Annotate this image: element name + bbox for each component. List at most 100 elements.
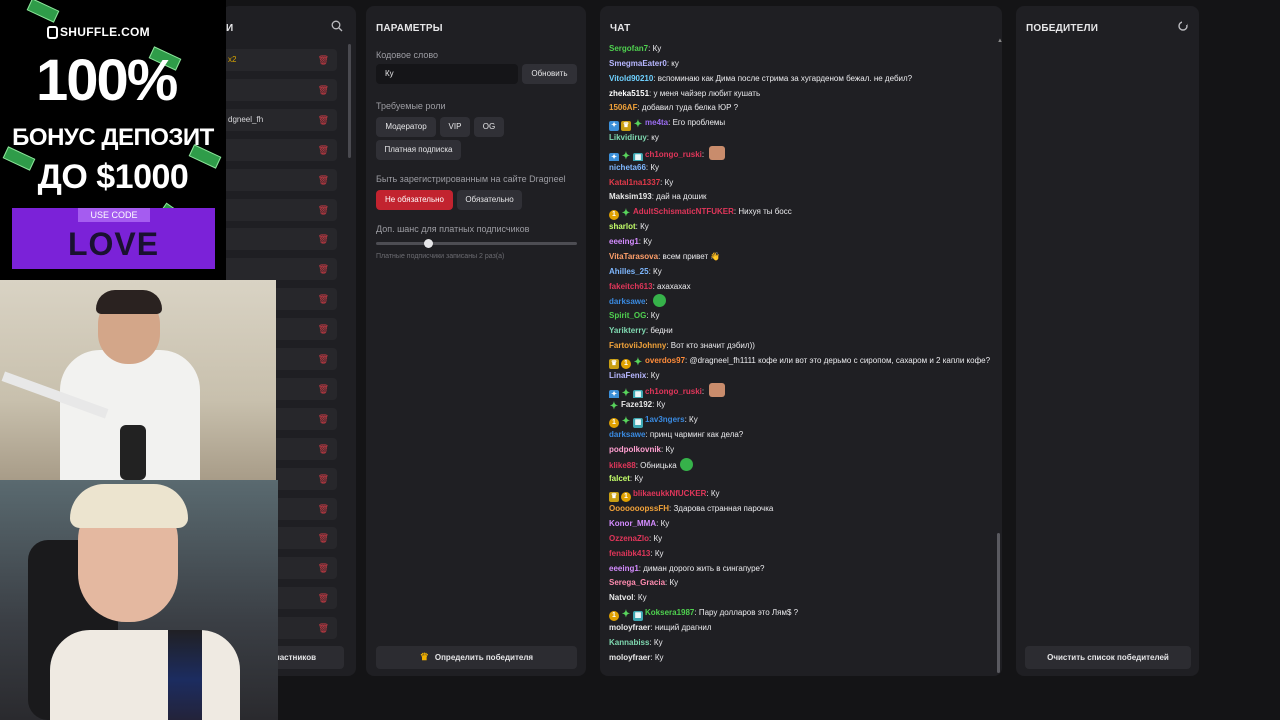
- role-paid-sub-button[interactable]: Платная подписка: [376, 140, 461, 160]
- chat-text: Пару долларов это Лям$ ?: [698, 608, 799, 618]
- participant-row[interactable]: 🗑: [222, 198, 337, 221]
- chat-message: fakeitch613: ахахахах: [609, 280, 994, 295]
- sub-crown-badge-icon: ♛: [621, 121, 631, 132]
- trash-icon[interactable]: 🗑: [318, 527, 329, 549]
- chat-username[interactable]: Sergofan7: [609, 44, 648, 53]
- chat-username[interactable]: ch1ongo_ruski: [645, 387, 702, 396]
- trash-icon[interactable]: 🗑: [318, 139, 329, 161]
- chat-username[interactable]: Vitold90210: [609, 74, 653, 83]
- chat-username[interactable]: nicheta66: [609, 163, 646, 172]
- search-icon[interactable]: [330, 20, 344, 34]
- chat-username[interactable]: Spirit_OG: [609, 311, 646, 320]
- chat-text: добавил туда белка ЮР ?: [641, 103, 739, 113]
- participant-name: dgneel_fh: [228, 114, 264, 124]
- chat-username[interactable]: me4ta: [645, 118, 668, 127]
- participant-row[interactable]: x2 🗑: [222, 49, 337, 71]
- chat-message: Vitold90210: вспоминаю как Дима после ст…: [609, 72, 994, 87]
- trash-icon[interactable]: 🗑: [318, 468, 329, 490]
- chat-username[interactable]: Natvol: [609, 593, 633, 602]
- chat-scroll-up-arrow[interactable]: ▲: [997, 38, 1002, 44]
- trash-icon[interactable]: 🗑: [318, 378, 329, 400]
- chat-username[interactable]: blikaeukkNfUCKER: [633, 489, 706, 498]
- chat-username[interactable]: moloyfraer: [609, 623, 650, 632]
- emote-icon: [709, 145, 726, 160]
- chat-username[interactable]: fenaibk413: [609, 549, 650, 558]
- chat-text: Ку: [640, 222, 649, 232]
- chat-message: OoooooopssFH: Здарова странная парочка: [609, 502, 994, 517]
- chat-username[interactable]: 1av3ngers: [645, 415, 685, 424]
- chat-username[interactable]: OzzenaZlo: [609, 534, 649, 543]
- chat-username[interactable]: podpolkovnik: [609, 445, 661, 454]
- chat-username[interactable]: AdultSchismaticNTFUKER: [633, 207, 734, 216]
- chat-username[interactable]: Maksim193: [609, 192, 652, 201]
- chat-username[interactable]: fakeitch613: [609, 282, 653, 291]
- chat-username[interactable]: falcet: [609, 474, 630, 483]
- chat-username[interactable]: Koksera1987: [645, 608, 694, 617]
- trash-icon[interactable]: 🗑: [318, 557, 329, 579]
- chat-username[interactable]: Kannabiss: [609, 638, 649, 647]
- trash-icon[interactable]: 🗑: [318, 348, 329, 370]
- required-button[interactable]: Обязательно: [457, 190, 522, 210]
- participant-row[interactable]: 🗑: [222, 78, 337, 101]
- trash-icon[interactable]: 🗑: [318, 109, 329, 131]
- chat-username[interactable]: zheka5151: [609, 89, 649, 98]
- trash-icon[interactable]: 🗑: [318, 199, 329, 221]
- chat-panel: ЧАТ Sergofan7: Ку SmegmaEater0: ку Vitold9…: [600, 6, 1002, 676]
- chat-username[interactable]: overdos97: [645, 356, 685, 365]
- chat-username[interactable]: Ahilles_25: [609, 267, 649, 276]
- chat-username[interactable]: Serega_Gracia: [609, 578, 665, 587]
- participants-scrollbar[interactable]: [348, 44, 351, 158]
- role-vip-button[interactable]: VIP: [440, 117, 470, 137]
- chat-username[interactable]: darksawe: [609, 297, 645, 306]
- trash-icon[interactable]: 🗑: [318, 49, 329, 71]
- chat-text: бедни: [650, 326, 673, 336]
- participant-row[interactable]: 🗑: [222, 168, 337, 191]
- chat-username[interactable]: Likvidiruy: [609, 133, 647, 142]
- chat-username[interactable]: Yarikterry: [609, 326, 646, 335]
- chat-username[interactable]: ch1ongo_ruski: [645, 150, 702, 159]
- trash-icon[interactable]: 🗑: [318, 408, 329, 430]
- trash-icon[interactable]: 🗑: [318, 318, 329, 340]
- chat-username[interactable]: Faze192: [621, 400, 652, 409]
- trash-icon[interactable]: 🗑: [318, 288, 329, 310]
- clear-winners-button[interactable]: Очистить список победителей: [1025, 646, 1191, 669]
- chat-username[interactable]: eeeing1: [609, 564, 639, 573]
- chat-scrollbar[interactable]: [997, 533, 1000, 673]
- chat-message: OzzenaZlo: Ку: [609, 532, 994, 547]
- chance-slider[interactable]: [376, 239, 577, 248]
- keyword-input[interactable]: Ку: [376, 64, 518, 84]
- chat-username[interactable]: klike88: [609, 461, 636, 470]
- chat-text: Нихуя ты босс: [738, 207, 792, 217]
- participant-row[interactable]: 🗑: [222, 228, 337, 251]
- trash-icon[interactable]: 🗑: [318, 228, 329, 250]
- role-og-button[interactable]: OG: [474, 117, 504, 137]
- trash-icon[interactable]: 🗑: [318, 617, 329, 639]
- participant-row[interactable]: 🗑: [222, 138, 337, 161]
- slider-knob[interactable]: [424, 239, 433, 248]
- chat-username[interactable]: 1506AF: [609, 103, 637, 112]
- participant-row[interactable]: 🗑: [222, 258, 337, 281]
- participant-row[interactable]: dgneel_fh 🗑: [222, 108, 337, 131]
- chat-username[interactable]: OoooooopssFH: [609, 504, 669, 513]
- chat-username[interactable]: darksawe: [609, 430, 645, 439]
- chat-username[interactable]: FartoviiJohnny: [609, 341, 666, 350]
- role-moderator-button[interactable]: Модератор: [376, 117, 436, 137]
- chat-username[interactable]: sharlot: [609, 222, 636, 231]
- refresh-icon[interactable]: [1176, 20, 1190, 34]
- chat-username[interactable]: Katal1na1337: [609, 178, 660, 187]
- trash-icon[interactable]: 🗑: [318, 169, 329, 191]
- chat-username[interactable]: moloyfraer: [609, 653, 650, 662]
- trash-icon[interactable]: 🗑: [318, 498, 329, 520]
- update-button[interactable]: Обновить: [522, 64, 577, 84]
- trash-icon[interactable]: 🗑: [318, 587, 329, 609]
- chat-username[interactable]: VitaTarasova: [609, 252, 658, 261]
- pick-winner-button[interactable]: ♛ Определить победителя: [376, 646, 577, 669]
- chat-username[interactable]: LinaFenix: [609, 371, 646, 380]
- trash-icon[interactable]: 🗑: [318, 438, 329, 460]
- not-required-button[interactable]: Не обязательно: [376, 190, 453, 210]
- trash-icon[interactable]: 🗑: [318, 79, 329, 101]
- chat-username[interactable]: eeeing1: [609, 237, 639, 246]
- chat-username[interactable]: SmegmaEater0: [609, 59, 667, 68]
- trash-icon[interactable]: 🗑: [318, 258, 329, 280]
- chat-username[interactable]: Konor_MMA: [609, 519, 656, 528]
